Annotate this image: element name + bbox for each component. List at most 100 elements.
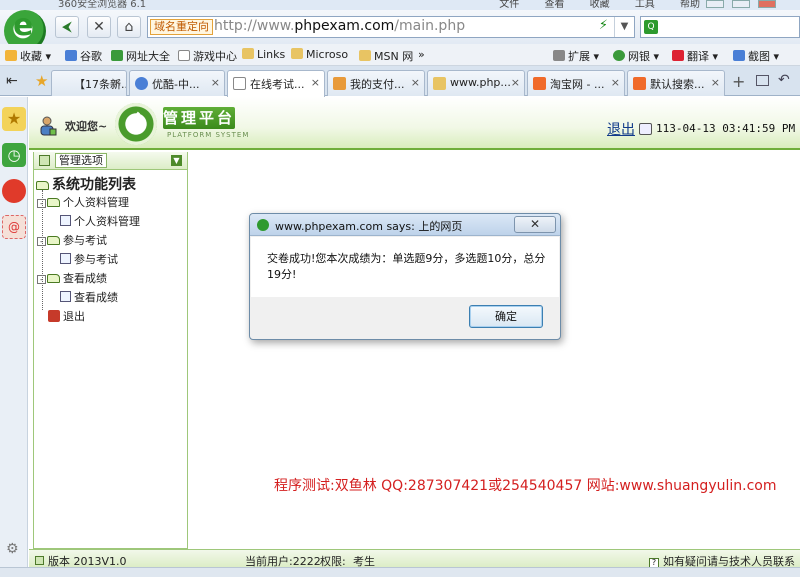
- app-statusbar: 版本 2013V1.0 当前用户:2222 权限: 考生 ? 如有疑问请与技术人员…: [29, 549, 800, 568]
- tree-item-exit[interactable]: 退出: [48, 308, 85, 324]
- redirect-badge[interactable]: 域名重定向: [150, 19, 213, 35]
- lightning-icon[interactable]: ⚡: [599, 18, 608, 33]
- bookmark-favorites[interactable]: 收藏 ▾: [5, 48, 51, 64]
- menu-help[interactable]: 帮助: [680, 0, 700, 10]
- sidebar-toggle-icon[interactable]: ⇤: [6, 73, 18, 89]
- tab-search[interactable]: 默认搜索... ×: [627, 70, 725, 96]
- dialog-ok-button[interactable]: 确定: [469, 305, 543, 328]
- tree-root[interactable]: 系统功能列表: [36, 174, 136, 194]
- maximize-button[interactable]: [732, 0, 750, 8]
- edit-icon: [60, 215, 71, 226]
- pma-icon: [433, 77, 446, 90]
- expand-toggle-icon[interactable]: -: [37, 199, 46, 208]
- tab-close-button[interactable]: ×: [611, 76, 620, 89]
- bookmark-msn[interactable]: MSN 网: [359, 48, 413, 64]
- url-text[interactable]: http://www.phpexam.com/main.php: [214, 18, 465, 34]
- favorites-star-icon[interactable]: ★: [2, 107, 26, 131]
- tab-youku[interactable]: 优酷-中... ×: [129, 70, 225, 96]
- logout-link[interactable]: 退出: [607, 119, 635, 139]
- tab-close-button[interactable]: ×: [711, 76, 720, 89]
- settings-gear-icon[interactable]: ⚙: [6, 541, 19, 557]
- folder-icon: [242, 48, 254, 59]
- weibo-icon[interactable]: [2, 179, 26, 203]
- browser-titlebar: 360安全浏览器 6.1 文件 查看 收藏 工具 帮助: [0, 0, 800, 10]
- bookmark-microsoft[interactable]: Microso: [291, 48, 348, 61]
- shield-icon: [333, 77, 346, 90]
- browser-menubar: 文件 查看 收藏 工具 帮助: [477, 0, 700, 10]
- tab-close-button[interactable]: ×: [511, 76, 520, 89]
- close-x-icon: ✕: [93, 19, 105, 35]
- platform-logo-icon: [115, 103, 157, 145]
- tree-group-exam[interactable]: - 参与考试: [37, 232, 107, 248]
- tab-alipay[interactable]: 我的支付... ×: [327, 70, 425, 96]
- tab-taobao[interactable]: 淘宝网 - ... ×: [527, 70, 625, 96]
- tab-close-button[interactable]: ×: [113, 76, 122, 89]
- menu-view[interactable]: 查看: [544, 0, 564, 10]
- platform-title: 管理平台: [163, 107, 236, 129]
- search-engine-icon[interactable]: Q: [644, 20, 658, 34]
- user-avatar-icon: [39, 115, 57, 137]
- tab-online-exam[interactable]: 在线考试... ×: [227, 70, 325, 97]
- browser-side-rail: ★ ◷ @ ⚙: [0, 97, 28, 577]
- favorite-star-icon[interactable]: ★: [35, 72, 48, 90]
- taobao-icon: [533, 77, 546, 90]
- tree-item-scores[interactable]: 查看成绩: [60, 289, 118, 305]
- home-icon: ⌂: [124, 19, 134, 35]
- new-tab-button[interactable]: +: [732, 72, 745, 91]
- dialog-close-button[interactable]: ✕: [514, 216, 556, 233]
- page-icon: [178, 50, 190, 61]
- edit-icon: [60, 253, 71, 264]
- address-dropdown-button[interactable]: ▼: [614, 17, 634, 37]
- window-close-button[interactable]: [758, 0, 776, 8]
- tab-close-button[interactable]: ×: [311, 76, 320, 89]
- menu-file[interactable]: 文件: [499, 0, 519, 10]
- taobao-icon: [633, 77, 646, 90]
- function-sidebar: 管理选项 ▼ 系统功能列表 - 个人资料管理 个人资料管理 - 参与考试 参与考试 …: [33, 152, 188, 549]
- welcome-text: 欢迎您~: [65, 120, 108, 133]
- tab-news[interactable]: 【17条新... ×: [51, 70, 127, 96]
- bookmark-hao[interactable]: 网址大全: [111, 48, 170, 64]
- folder-icon: [291, 48, 303, 59]
- bookmark-more[interactable]: »: [418, 48, 425, 61]
- scissors-icon: [733, 50, 745, 61]
- sidebar-header-label: 管理选项: [55, 153, 107, 168]
- bookmark-links[interactable]: Links: [242, 48, 285, 61]
- undo-icon[interactable]: ↶: [778, 72, 790, 88]
- bookmark-game-center[interactable]: 游戏中心: [178, 48, 237, 64]
- clock-icon[interactable]: ◷: [2, 143, 26, 167]
- tree-item-profile[interactable]: 个人资料管理: [60, 213, 140, 229]
- bookmark-google[interactable]: 谷歌: [65, 48, 102, 64]
- tool-extensions[interactable]: 扩展 ▾: [553, 48, 599, 64]
- search-box[interactable]: Q: [640, 16, 800, 38]
- browser-icon: [257, 219, 269, 231]
- menu-favorites[interactable]: 收藏: [590, 0, 610, 10]
- tree-group-scores[interactable]: - 查看成绩: [37, 270, 107, 286]
- extensions-icon: [553, 50, 565, 61]
- home-button[interactable]: ⌂: [117, 16, 141, 38]
- address-bar[interactable]: 域名重定向 http://www.phpexam.com/main.php ⚡ …: [147, 16, 635, 38]
- minimize-button[interactable]: [706, 0, 724, 8]
- menu-tools[interactable]: 工具: [635, 0, 655, 10]
- tool-netbank[interactable]: 网银 ▾: [613, 48, 659, 64]
- browser-title: 360安全浏览器 6.1: [58, 0, 147, 10]
- back-button[interactable]: ⮜: [55, 16, 79, 38]
- url-path: /main.php: [394, 18, 466, 34]
- tab-phpexam[interactable]: www.php... ×: [427, 70, 525, 96]
- tab-close-button[interactable]: ×: [211, 76, 220, 89]
- browser-toolbar: ⮜ ✕ ⌂ 域名重定向 http://www.phpexam.com/main.…: [0, 8, 800, 52]
- window-tabs-icon[interactable]: [756, 75, 769, 86]
- alert-dialog: www.phpexam.com says: 上的网页 ✕ 交卷成功!您本次成绩为…: [249, 213, 561, 340]
- chevron-down-icon: ▼: [620, 21, 629, 32]
- edit-icon: [60, 291, 71, 302]
- tree-item-exam[interactable]: 参与考试: [60, 251, 118, 267]
- sidebar-header: 管理选项 ▼: [34, 152, 187, 170]
- tab-close-button[interactable]: ×: [411, 76, 420, 89]
- email-icon[interactable]: @: [2, 215, 26, 239]
- collapse-arrow-icon[interactable]: ▼: [171, 155, 182, 166]
- tree-group-profile[interactable]: - 个人资料管理: [37, 194, 129, 210]
- tool-screenshot[interactable]: 截图 ▾: [733, 48, 779, 64]
- stop-button[interactable]: ✕: [87, 16, 111, 38]
- expand-toggle-icon[interactable]: -: [37, 237, 46, 246]
- tool-translate[interactable]: 翻译 ▾: [672, 48, 718, 64]
- expand-toggle-icon[interactable]: -: [37, 275, 46, 284]
